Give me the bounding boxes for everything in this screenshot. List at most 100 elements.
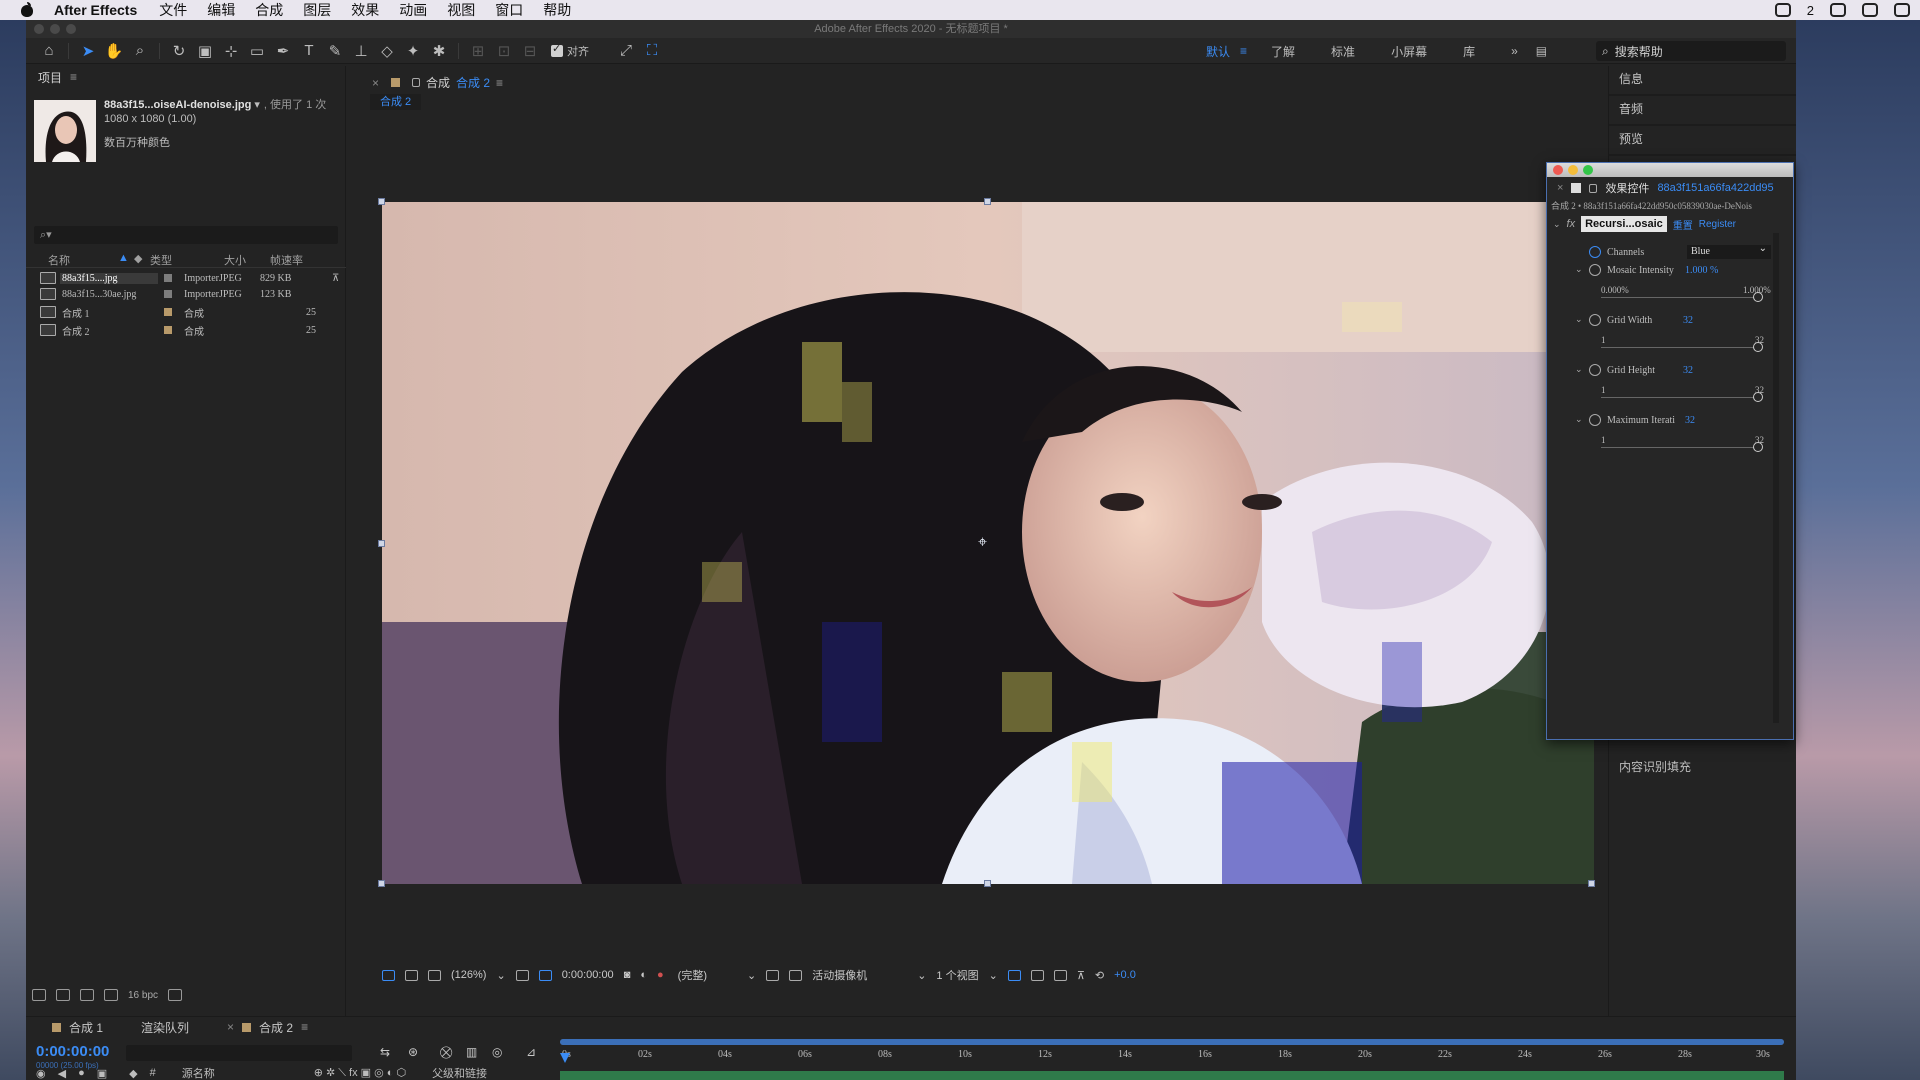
menu-window[interactable]: 窗口 bbox=[495, 0, 523, 20]
search-help-field[interactable]: ⌕ 搜索帮助 bbox=[1596, 41, 1786, 61]
col-size[interactable]: 大小 bbox=[224, 252, 270, 267]
puppet-pin-tool-icon[interactable]: ✱ bbox=[426, 40, 452, 62]
chat-bubble-icon[interactable] bbox=[1862, 3, 1878, 17]
graph-editor-icon[interactable]: ⊿ bbox=[526, 1045, 536, 1059]
selection-tool-icon[interactable]: ➤ bbox=[75, 40, 101, 62]
zoom-window-icon[interactable] bbox=[66, 24, 76, 34]
sort-ascending-icon[interactable]: ▲ bbox=[118, 252, 134, 267]
effect-name[interactable]: Recursi...osaic bbox=[1581, 216, 1667, 232]
expand-chevron-icon[interactable]: ⌄ bbox=[1575, 314, 1583, 325]
monitor-icon[interactable] bbox=[405, 969, 418, 981]
transform-handle[interactable] bbox=[1588, 880, 1595, 887]
timeline-current-time[interactable]: 0:00:00:00 bbox=[36, 1043, 109, 1060]
camera-dropdown[interactable]: 活动摄像机 bbox=[812, 967, 867, 983]
home-icon[interactable]: ⌂ bbox=[36, 40, 62, 62]
reset-exposure-icon[interactable]: ⟲ bbox=[1095, 969, 1104, 982]
view-layout-dropdown[interactable]: 1 个视图 bbox=[936, 967, 978, 983]
project-item[interactable]: 合成 2 合成 25 bbox=[26, 322, 346, 338]
close-window-icon[interactable] bbox=[1553, 165, 1563, 175]
draft-3d-icon[interactable]: ⊛ bbox=[408, 1045, 418, 1059]
audio-panel-tab[interactable]: 音频 bbox=[1609, 96, 1796, 126]
menu-edit[interactable]: 编辑 bbox=[207, 0, 235, 20]
anchor-point-icon[interactable]: ⌖ bbox=[978, 534, 987, 552]
workspace-menu-icon[interactable]: ≡ bbox=[1240, 44, 1247, 58]
menu-composition[interactable]: 合成 bbox=[255, 0, 283, 20]
slider-knob[interactable] bbox=[1753, 392, 1763, 402]
close-tab-icon[interactable]: × bbox=[372, 76, 379, 90]
layer-duration-bar[interactable] bbox=[560, 1071, 1784, 1080]
dependency-icon[interactable]: ⊼ bbox=[332, 273, 339, 284]
prop-value[interactable]: 32 bbox=[1685, 415, 1695, 426]
axis-local-icon[interactable]: ⊞ bbox=[465, 40, 491, 62]
slider-knob[interactable] bbox=[1753, 342, 1763, 352]
prop-value[interactable]: 32 bbox=[1683, 315, 1693, 326]
resolution-chevron-icon[interactable]: ⌄ bbox=[747, 969, 756, 982]
slider-track[interactable] bbox=[1601, 397, 1761, 398]
slider-knob[interactable] bbox=[1753, 292, 1763, 302]
dropbox-icon[interactable] bbox=[1830, 3, 1846, 17]
new-folder-icon[interactable] bbox=[56, 989, 70, 1001]
camera-chevron-icon[interactable]: ⌄ bbox=[917, 969, 926, 982]
snap-options-icon[interactable]: ⛶ bbox=[639, 40, 665, 62]
label-swatch[interactable] bbox=[164, 326, 172, 334]
workspace-standard[interactable]: 标准 bbox=[1331, 43, 1355, 60]
shy-layers-icon[interactable]: ⛒ bbox=[440, 1045, 452, 1060]
workspace-small-screen[interactable]: 小屏幕 bbox=[1391, 43, 1427, 60]
stopwatch-icon[interactable] bbox=[1589, 364, 1601, 376]
close-tab-icon[interactable]: × bbox=[1557, 182, 1563, 194]
menu-file[interactable]: 文件 bbox=[159, 0, 187, 20]
prop-value[interactable]: 1.000 % bbox=[1685, 265, 1718, 276]
composition-tab[interactable]: × 合成 合成 2 ≡ bbox=[372, 74, 503, 91]
panel-menu-icon[interactable]: ≡ bbox=[70, 70, 77, 84]
show-snapshot-icon[interactable]: ◐ bbox=[640, 969, 647, 981]
time-ruler[interactable]: 0s 02s 04s 06s 08s 10s 12s 14s 16s 18s 2… bbox=[560, 1039, 1784, 1063]
workspace-learn[interactable]: 了解 bbox=[1271, 43, 1295, 60]
expand-chevron-icon[interactable]: ⌄ bbox=[1575, 264, 1583, 275]
project-item[interactable]: 88a3f15....jpg ImporterJPEG 829 KB ⊼ bbox=[26, 270, 346, 286]
lock-column-icon[interactable]: ▣ bbox=[97, 1067, 107, 1080]
region-of-interest-icon[interactable] bbox=[766, 969, 780, 981]
visibility-icon[interactable]: ◉ bbox=[36, 1067, 46, 1080]
brush-tool-icon[interactable]: ✎ bbox=[322, 40, 348, 62]
user-icon[interactable] bbox=[1894, 3, 1910, 17]
transform-handle[interactable] bbox=[378, 198, 385, 205]
workspace-panel-icon[interactable]: ▤ bbox=[1536, 44, 1547, 58]
axis-view-icon[interactable]: ⊟ bbox=[517, 40, 543, 62]
audio-icon[interactable]: ◀ bbox=[58, 1067, 66, 1080]
effect-window-titlebar[interactable] bbox=[1547, 163, 1793, 177]
menu-help[interactable]: 帮助 bbox=[543, 0, 571, 20]
expand-chevron-icon[interactable]: ⌄ bbox=[1575, 414, 1583, 425]
menu-animation[interactable]: 动画 bbox=[399, 0, 427, 20]
transparency-grid-icon[interactable] bbox=[789, 969, 803, 981]
clone-stamp-tool-icon[interactable]: ⊥ bbox=[348, 40, 374, 62]
project-search-input[interactable]: ⌕▾ bbox=[34, 226, 338, 244]
wechat-icon[interactable] bbox=[1774, 3, 1791, 17]
info-panel-tab[interactable]: 信息 bbox=[1609, 66, 1796, 96]
slider-track[interactable] bbox=[1601, 297, 1761, 298]
close-window-icon[interactable] bbox=[34, 24, 44, 34]
more-workspaces-icon[interactable]: » bbox=[1511, 44, 1518, 58]
zoom-tool-icon[interactable]: ⌕ bbox=[127, 40, 153, 62]
timeline-search-input[interactable] bbox=[126, 1045, 352, 1061]
minimize-window-icon[interactable] bbox=[1568, 165, 1578, 175]
col-type[interactable]: 类型 bbox=[150, 252, 224, 267]
label-swatch[interactable] bbox=[164, 308, 172, 316]
interpret-footage-icon[interactable] bbox=[32, 989, 46, 1001]
expand-chevron-icon[interactable]: ⌄ bbox=[1553, 219, 1561, 230]
menu-effect[interactable]: 效果 bbox=[351, 0, 379, 20]
timeline-tab-comp2[interactable]: × 合成 2 ≡ bbox=[227, 1019, 308, 1036]
slider-track[interactable] bbox=[1601, 447, 1761, 448]
snap-expand-icon[interactable]: ⤢ bbox=[613, 40, 639, 62]
exposure-value[interactable]: +0.0 bbox=[1114, 969, 1136, 981]
zoom-chevron-icon[interactable]: ⌄ bbox=[496, 969, 505, 982]
rotate-tool-icon[interactable]: ↻ bbox=[166, 40, 192, 62]
eraser-tool-icon[interactable]: ◇ bbox=[374, 40, 400, 62]
frame-blending-icon[interactable]: ▥ bbox=[466, 1045, 477, 1059]
mask-visibility-icon[interactable] bbox=[538, 969, 552, 981]
project-item[interactable]: 合成 1 合成 25 bbox=[26, 304, 346, 320]
app-menu[interactable]: After Effects bbox=[54, 2, 137, 18]
timeline-tab-comp1[interactable]: 合成 1 bbox=[52, 1019, 103, 1036]
guides-icon[interactable] bbox=[515, 969, 529, 981]
solo-icon[interactable]: ● bbox=[78, 1067, 85, 1079]
pen-tool-icon[interactable]: ✒ bbox=[270, 40, 296, 62]
